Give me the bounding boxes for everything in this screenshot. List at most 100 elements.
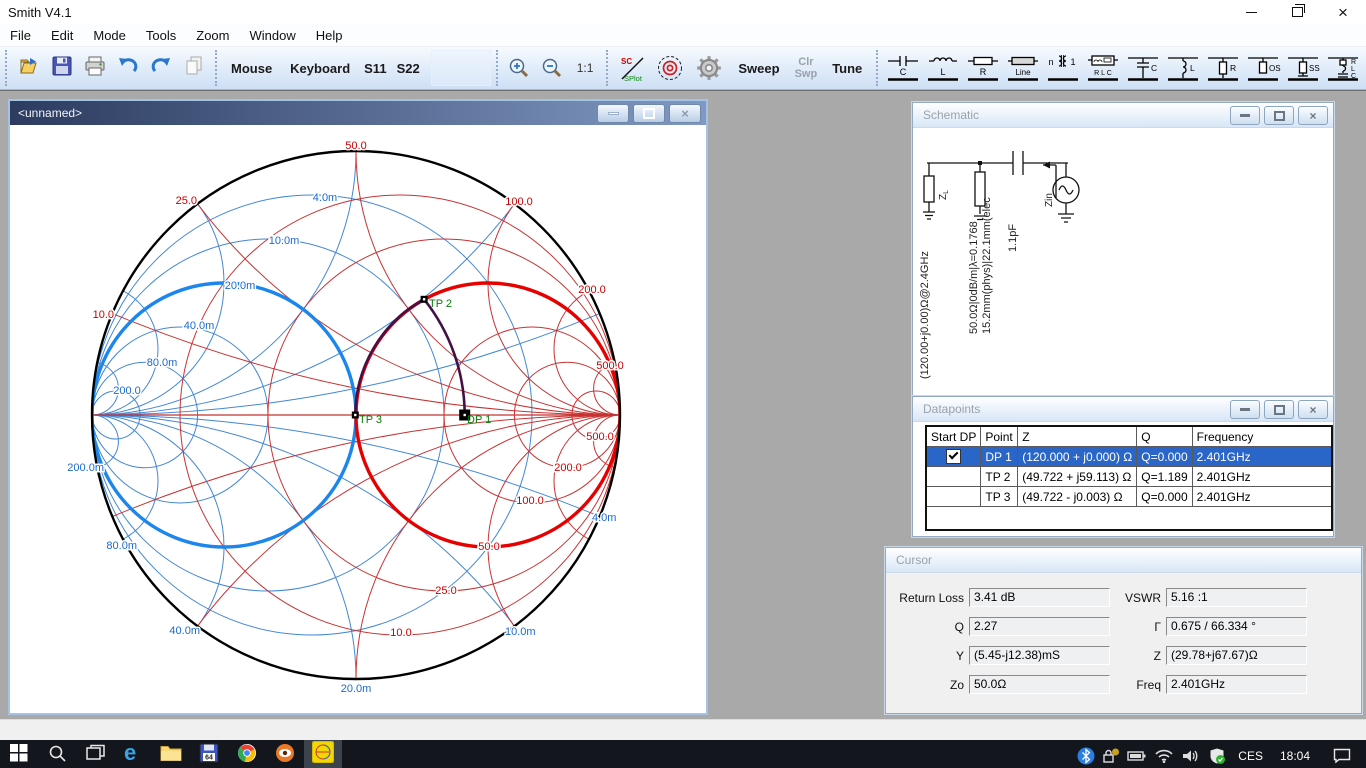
component-shunt-inductor-button[interactable]: L: [1163, 51, 1203, 85]
taskbar-smith-active-button[interactable]: [304, 740, 342, 768]
language-indicator[interactable]: CES: [1233, 749, 1268, 763]
taskbar-floppy-64-button[interactable]: 64: [190, 740, 228, 768]
svg-text:L: L: [1190, 63, 1195, 73]
target-button[interactable]: [654, 55, 686, 82]
svg-text:Line: Line: [1016, 68, 1032, 77]
cursor-row: Zo50.0Ω: [888, 675, 1110, 694]
column-header[interactable]: Z: [1018, 426, 1137, 447]
component-shunt-capacitor-button[interactable]: C: [1123, 51, 1163, 85]
keyboard-button[interactable]: Keyboard: [290, 61, 350, 76]
notification-center-icon[interactable]: [1322, 748, 1362, 764]
schematic-minimize-button[interactable]: [1230, 106, 1260, 125]
cursor-field-value[interactable]: 5.16 :1: [1166, 588, 1307, 607]
component-series-rlc-button[interactable]: R L C: [1083, 51, 1123, 85]
bluetooth-icon[interactable]: [1077, 747, 1095, 765]
s11-button[interactable]: S11: [364, 61, 386, 76]
taskbar-chrome-button[interactable]: [228, 740, 266, 768]
tune-button[interactable]: Tune: [832, 61, 862, 76]
column-header[interactable]: Q: [1137, 426, 1192, 447]
component-shorted-stub-button[interactable]: SS: [1283, 51, 1323, 85]
cursor-field-value[interactable]: (29.78+j67.67)Ω: [1166, 646, 1307, 665]
component-series-capacitor-button[interactable]: C: [883, 51, 923, 85]
component-shunt-rlc-button[interactable]: RLC: [1323, 51, 1363, 85]
smith-splot-toggle-button[interactable]: SCSPlot: [616, 55, 648, 82]
copy-button[interactable]: [180, 55, 207, 82]
viewer-icon: [275, 743, 295, 768]
datapoint-row[interactable]: TP 3(49.722 - j0.003) ΩQ=0.0002.401GHz: [926, 487, 1332, 507]
defender-icon[interactable]: [1208, 747, 1226, 765]
taskbar-file-explorer-button[interactable]: [152, 740, 190, 768]
column-header[interactable]: Start DP: [926, 426, 981, 447]
schematic-close-button[interactable]: ×: [1298, 106, 1328, 125]
svg-text:64: 64: [205, 755, 213, 762]
taskbar-task-view-button[interactable]: [76, 740, 114, 768]
datapoint-row[interactable]: TP 2(49.722 + j59.113) ΩQ=1.1892.401GHz: [926, 467, 1332, 487]
taskbar-search-button[interactable]: [38, 740, 76, 768]
component-transmission-line-button[interactable]: Line: [1003, 51, 1043, 85]
chart-restore-button[interactable]: [633, 104, 665, 123]
mouse-button[interactable]: Mouse: [231, 61, 272, 76]
chart-close-button[interactable]: ×: [669, 104, 701, 123]
chart-minimize-button[interactable]: [597, 104, 629, 123]
cursor-field-value[interactable]: 50.0Ω: [969, 675, 1110, 694]
component-shunt-resistor-button[interactable]: R: [1203, 51, 1243, 85]
battery-icon[interactable]: [1127, 747, 1147, 765]
cursor-field-value[interactable]: 2.401GHz: [1166, 675, 1307, 694]
component-series-inductor-button[interactable]: L: [923, 51, 963, 85]
undo-button[interactable]: [114, 55, 141, 82]
taskbar-viewer-button[interactable]: [266, 740, 304, 768]
zoom-out-button[interactable]: [539, 55, 566, 82]
chart-window-titlebar[interactable]: <unnamed> ×: [10, 101, 706, 125]
open-file-button[interactable]: [15, 55, 42, 82]
datapoints-titlebar[interactable]: Datapoints ×: [913, 397, 1333, 422]
app-minimize-button[interactable]: [1228, 0, 1274, 24]
redo-button[interactable]: [147, 55, 174, 82]
cursor-field-value[interactable]: (5.45-j12.38)mS: [969, 646, 1110, 665]
cursor-field-value[interactable]: 2.27: [969, 617, 1110, 636]
volume-icon[interactable]: [1181, 748, 1201, 764]
menu-item-help[interactable]: Help: [306, 27, 353, 44]
clock[interactable]: 18:04: [1275, 749, 1315, 763]
schematic-labels: ZL Zin (120.00+j0.00)Ω@2.4GHz 50.0Ω|0dB/…: [919, 190, 1055, 379]
wifi-icon[interactable]: [1154, 748, 1174, 764]
zoom-in-button[interactable]: [506, 55, 533, 82]
smith-chart-canvas[interactable]: 10.025.050.0100.0200.0500.010.025.050.01…: [10, 125, 706, 713]
component-open-stub-button[interactable]: OS: [1243, 51, 1283, 85]
datapoints-close-button[interactable]: ×: [1298, 400, 1328, 419]
svg-text:500.0: 500.0: [586, 431, 614, 443]
taskbar-edge-button[interactable]: e: [114, 740, 152, 768]
clear-sweep-button[interactable]: ClrSwp: [795, 56, 818, 80]
menu-item-window[interactable]: Window: [239, 27, 305, 44]
datapoints-minimize-button[interactable]: [1230, 400, 1260, 419]
menu-item-edit[interactable]: Edit: [41, 27, 83, 44]
app-restore-button[interactable]: [1274, 0, 1320, 24]
menu-item-tools[interactable]: Tools: [136, 27, 186, 44]
security-icon[interactable]: [1102, 747, 1120, 765]
cursor-field-value[interactable]: 3.41 dB: [969, 588, 1110, 607]
cursor-field-value[interactable]: 0.675 / 66.334 °: [1166, 617, 1307, 636]
print-button[interactable]: [81, 55, 108, 82]
datapoints-restore-button[interactable]: [1264, 400, 1294, 419]
sweep-button[interactable]: Sweep: [738, 61, 779, 76]
column-header[interactable]: Frequency: [1192, 426, 1332, 447]
menu-item-zoom[interactable]: Zoom: [186, 27, 239, 44]
menu-item-mode[interactable]: Mode: [83, 27, 136, 44]
menu-item-file[interactable]: File: [0, 27, 41, 44]
component-series-resistor-button[interactable]: R: [963, 51, 1003, 85]
settings-button[interactable]: [692, 55, 726, 82]
svg-text:80.0m: 80.0m: [147, 357, 178, 369]
q-cell: Q=0.000: [1137, 487, 1192, 507]
app-close-button[interactable]: ×: [1320, 0, 1366, 24]
schematic-restore-button[interactable]: [1264, 106, 1294, 125]
datapoint-row[interactable]: DP 1(120.000 + j0.000) ΩQ=0.0002.401GHz: [926, 447, 1332, 467]
schematic-titlebar[interactable]: Schematic ×: [913, 103, 1333, 128]
s22-button[interactable]: S22: [397, 61, 420, 76]
taskbar-start-button[interactable]: [0, 740, 38, 768]
schematic-canvas[interactable]: ZL Zin (120.00+j0.00)Ω@2.4GHz 50.0Ω|0dB/…: [913, 128, 1325, 390]
cursor-titlebar[interactable]: Cursor: [886, 548, 1361, 573]
zoom-ratio-button[interactable]: 1:1: [577, 61, 594, 75]
save-button[interactable]: [48, 55, 75, 82]
start-dp-checkbox[interactable]: [946, 449, 961, 464]
component-transformer-button[interactable]: n1: [1043, 51, 1083, 85]
column-header[interactable]: Point: [981, 426, 1018, 447]
